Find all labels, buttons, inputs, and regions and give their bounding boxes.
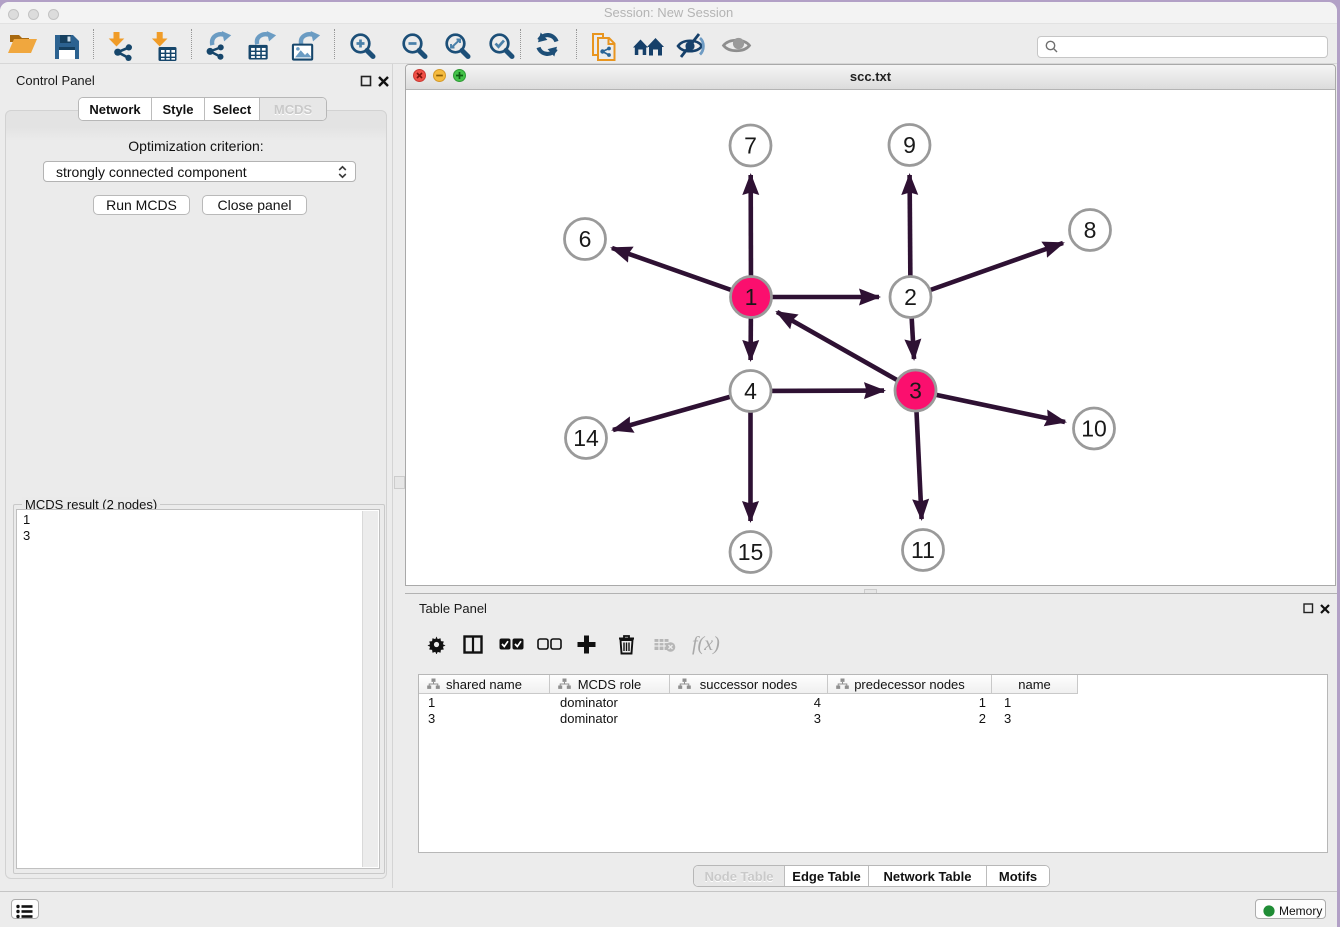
svg-text:1: 1 [745, 284, 758, 310]
svg-text:11: 11 [911, 537, 935, 563]
svg-text:8: 8 [1084, 217, 1097, 243]
svg-text:9: 9 [903, 132, 916, 158]
svg-text:2: 2 [904, 284, 917, 310]
svg-text:15: 15 [738, 539, 764, 565]
svg-text:6: 6 [579, 226, 592, 252]
svg-text:10: 10 [1081, 416, 1107, 442]
svg-text:4: 4 [744, 378, 757, 404]
svg-text:14: 14 [573, 425, 599, 451]
svg-text:3: 3 [909, 378, 922, 404]
svg-text:f(x): f(x) [692, 633, 720, 655]
svg-text:7: 7 [744, 133, 757, 159]
